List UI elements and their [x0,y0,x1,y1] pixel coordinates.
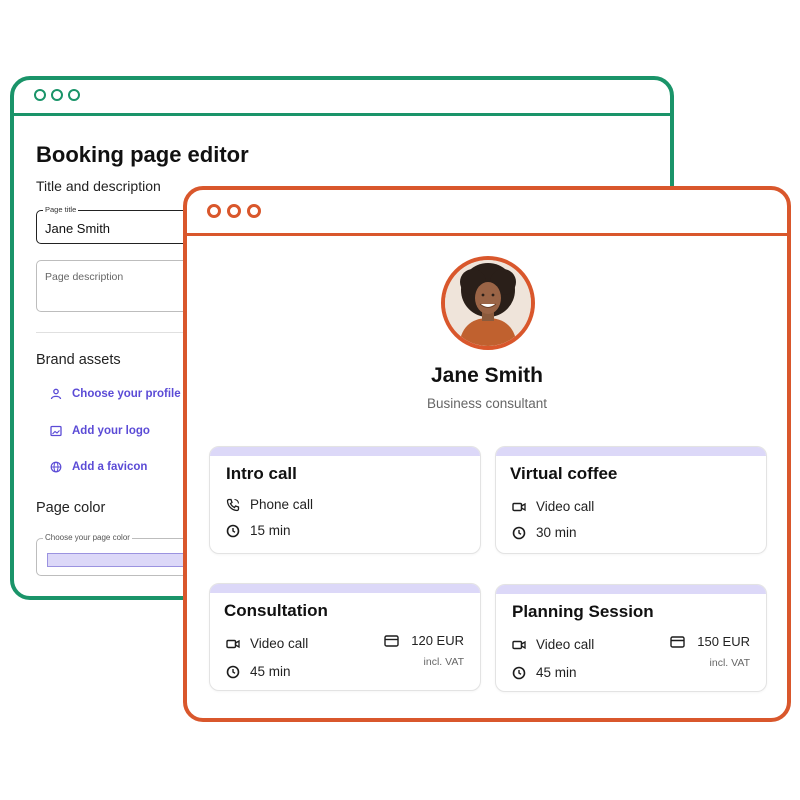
video-icon [226,639,240,648]
page-title-label: Page title [43,205,79,214]
clock-icon [226,524,240,537]
globe-icon [50,461,62,473]
card-title: Virtual coffee [510,464,618,483]
card-type-label: Phone call [250,497,314,512]
card-type-label: Video call [250,636,309,651]
page-color-heading: Page color [36,500,106,516]
brand-item-label: Choose your profile p [72,388,191,400]
card-duration-label: 30 min [536,525,577,540]
window-dot[interactable] [227,204,241,218]
page-title-value: Jane Smith [45,221,111,236]
card-duration-label: 45 min [536,665,577,680]
page-color-label: Choose your page color [43,533,132,542]
card-type-row: Video call [226,636,308,651]
clock-icon [512,666,526,679]
clock-icon [512,526,526,539]
booking-card-intro-call[interactable]: Intro call Phone call 15 min [209,446,481,554]
card-type-label: Video call [536,499,595,514]
clock-icon [226,665,240,678]
card-type-row: Video call [512,499,594,514]
page-description-placeholder: Page description [45,271,124,283]
card-duration-label: 15 min [250,523,291,538]
card-duration-row: 30 min [512,525,577,540]
card-duration-label: 45 min [250,664,291,679]
brand-assets-heading: Brand assets [36,352,121,368]
card-title: Planning Session [512,602,654,621]
card-duration-row: 45 min [226,664,291,679]
credit-card-icon [670,635,685,648]
card-vat-note: incl. VAT [709,657,750,669]
credit-card-icon [384,634,399,647]
avatar [441,256,535,350]
card-title: Consultation [224,601,328,620]
window-dot[interactable] [207,204,221,218]
choose-profile-picture-link[interactable]: Choose your profile p [50,388,191,400]
card-accent-bar [210,584,480,593]
brand-item-label: Add a favicon [72,461,148,473]
brand-item-label: Add your logo [72,425,150,437]
card-price-value: 120 EUR [411,633,464,648]
card-accent-bar [496,447,766,456]
card-vat-note: incl. VAT [423,656,464,668]
user-icon [50,388,62,400]
video-icon [512,640,526,649]
card-duration-row: 15 min [226,523,291,538]
add-logo-link[interactable]: Add your logo [50,425,150,437]
profile-photo [445,260,531,346]
card-accent-bar [496,585,766,594]
profile-name: Jane Smith [430,364,544,387]
image-icon [50,425,62,437]
card-price: 120 EUR [384,633,464,648]
window-controls [207,204,261,218]
card-price: 150 EUR [670,634,750,649]
card-duration-row: 45 min [512,665,577,680]
card-accent-bar [210,447,480,456]
booking-card-virtual-coffee[interactable]: Virtual coffee Video call 30 min [495,446,767,554]
booking-page-window: Jane Smith Business consultant Intro cal… [183,186,791,722]
card-type-row: Video call [512,637,594,652]
card-price-value: 150 EUR [697,634,750,649]
booking-titlebar [187,190,787,236]
phone-icon [226,498,240,511]
card-title: Intro call [226,464,297,483]
booking-card-planning-session[interactable]: Planning Session Video call 45 min 150 E… [495,584,767,692]
profile-role: Business consultant [426,396,548,411]
video-icon [512,502,526,511]
card-type-label: Video call [536,637,595,652]
window-dot[interactable] [247,204,261,218]
editor-title: Booking page editor [36,142,249,167]
card-type-row: Phone call [226,497,313,512]
title-description-heading: Title and description [36,178,161,194]
booking-card-consultation[interactable]: Consultation Video call 45 min 120 EUR i… [209,583,481,691]
add-favicon-link[interactable]: Add a favicon [50,461,147,473]
